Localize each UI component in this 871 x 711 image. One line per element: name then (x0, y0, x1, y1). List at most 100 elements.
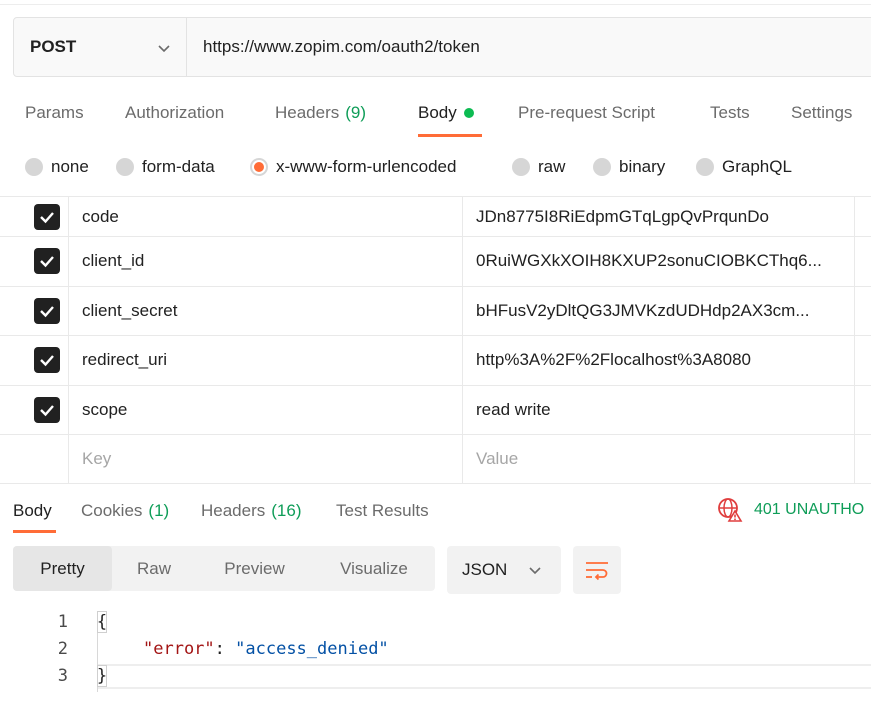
param-value[interactable]: 0RuiWGXkXOIH8KXUP2sonuCIOBKCThq6... (462, 237, 855, 286)
param-key[interactable]: redirect_uri (82, 336, 460, 385)
row-checkbox[interactable] (34, 347, 60, 374)
checkmark-icon (40, 211, 54, 223)
row-checkbox[interactable] (34, 297, 60, 324)
row-checkbox[interactable] (34, 203, 60, 230)
tab-label: Authorization (125, 103, 225, 122)
line-number: 2 (57, 639, 68, 659)
tab-body[interactable]: Body (418, 88, 474, 138)
view-pretty-button[interactable]: Pretty (13, 546, 112, 591)
tab-headers[interactable]: Headers (9) (275, 88, 366, 138)
checkbox-cell (0, 197, 69, 236)
table-row: redirect_uri http%3A%2F%2Flocalhost%3A80… (0, 335, 871, 385)
radio-label: binary (619, 157, 666, 176)
tab-label: Body (13, 501, 52, 520)
param-value[interactable]: http%3A%2F%2Flocalhost%3A8080 (462, 336, 855, 385)
tab-label: Headers (201, 501, 266, 520)
radio-label: none (51, 157, 89, 176)
param-key[interactable]: client_secret (82, 287, 460, 336)
current-line-highlight (97, 664, 871, 689)
chevron-down-icon (529, 567, 541, 575)
radio-raw[interactable]: raw (512, 150, 565, 184)
radio-label: GraphQL (722, 157, 792, 176)
format-select[interactable]: JSON (447, 546, 561, 594)
radio-form-data[interactable]: form-data (116, 150, 215, 184)
json-close-brace: } (96, 665, 108, 687)
body-type-radios: none form-data x-www-form-urlencoded raw… (0, 150, 871, 184)
tab-count: (1) (148, 501, 170, 520)
chevron-down-icon (158, 45, 170, 53)
tab-label: Pre-request Script (518, 103, 655, 122)
format-label: JSON (462, 560, 508, 579)
response-tab-body[interactable]: Body (13, 488, 52, 534)
checkbox-cell (0, 286, 69, 335)
tab-label: Tests (710, 103, 750, 122)
table-row: client_id 0RuiWGXkXOIH8KXUP2sonuCIOBKCTh… (0, 236, 871, 286)
tab-label: Body (418, 103, 457, 122)
tab-label: Settings (791, 103, 853, 122)
url-input[interactable]: https://www.zopim.com/oauth2/token (187, 18, 480, 76)
checkmark-icon (40, 305, 54, 318)
tab-label: Cookies (81, 501, 143, 520)
json-open-brace: { (96, 611, 108, 633)
tab-pre-request-script[interactable]: Pre-request Script (518, 88, 655, 138)
param-key[interactable]: code (82, 197, 460, 236)
line-number: 1 (57, 612, 68, 632)
active-tab-indicator (418, 134, 482, 137)
response-code-editor[interactable]: 1 2 3 { "error": "access_denied" } (0, 606, 871, 711)
line-number: 3 (57, 666, 68, 686)
radio-none[interactable]: none (25, 150, 89, 184)
globe-warning-icon (718, 498, 743, 522)
method-select[interactable]: POST (14, 18, 187, 76)
new-key-input[interactable]: Key (82, 435, 460, 483)
param-value[interactable]: JDn8775I8RiEdpmGTqLgpQvPrqunDo (462, 197, 855, 236)
radio-circle-icon (593, 158, 611, 176)
active-response-tab-indicator (13, 530, 56, 533)
checkbox-cell (0, 336, 69, 385)
row-checkbox[interactable] (34, 248, 60, 275)
response-tab-test-results[interactable]: Test Results (336, 488, 429, 534)
radio-label: form-data (142, 157, 215, 176)
row-checkbox[interactable] (34, 396, 60, 423)
method-label: POST (30, 37, 77, 56)
response-tab-cookies[interactable]: Cookies (1) (81, 488, 169, 534)
table-row: client_secret bHFusV2yDltQG3JMVKzdUDHdp2… (0, 285, 871, 336)
tab-count: (16) (271, 501, 302, 520)
tab-settings[interactable]: Settings (791, 88, 852, 138)
radio-circle-icon (512, 158, 530, 176)
new-value-input[interactable]: Value (462, 435, 855, 483)
tab-params[interactable]: Params (25, 88, 84, 138)
status-code: 401 UNAUTHO (754, 501, 865, 518)
params-table: code JDn8775I8RiEdpmGTqLgpQvPrqunDo clie… (0, 196, 871, 484)
view-preview-button[interactable]: Preview (196, 546, 313, 591)
json-key: "error" (143, 639, 215, 659)
wrap-lines-button[interactable] (573, 546, 621, 594)
table-row: code JDn8775I8RiEdpmGTqLgpQvPrqunDo (0, 196, 871, 236)
param-value[interactable]: read write (462, 385, 855, 434)
radio-circle-icon (116, 158, 134, 176)
radio-graphql[interactable]: GraphQL (696, 150, 792, 184)
radio-label: x-www-form-urlencoded (276, 157, 457, 176)
table-row: scope read write (0, 384, 871, 435)
param-value[interactable]: bHFusV2yDltQG3JMVKzdUDHdp2AX3cm... (462, 286, 855, 335)
tab-count: (9) (345, 103, 367, 122)
checkbox-cell (0, 237, 69, 286)
view-visualize-button[interactable]: Visualize (313, 546, 435, 591)
param-key[interactable]: scope (82, 386, 460, 435)
radio-circle-icon (25, 158, 43, 176)
response-tab-headers[interactable]: Headers (16) (201, 488, 302, 534)
tab-authorization[interactable]: Authorization (125, 88, 224, 138)
param-key[interactable]: client_id (82, 237, 460, 286)
request-url-bar: POST https://www.zopim.com/oauth2/token (13, 17, 871, 77)
response-status[interactable]: 401 UNAUTHO (716, 494, 864, 526)
view-raw-button[interactable]: Raw (112, 546, 196, 591)
radio-binary[interactable]: binary (593, 150, 665, 184)
radio-circle-icon (696, 158, 714, 176)
json-line: "error": "access_denied" (143, 639, 389, 659)
tab-tests[interactable]: Tests (710, 88, 750, 138)
table-row-new: Key Value (0, 434, 871, 484)
checkmark-icon (40, 256, 54, 268)
modified-dot-icon (463, 108, 474, 118)
json-colon: : (214, 639, 236, 659)
checkmark-icon (40, 355, 54, 367)
radio-x-www-form-urlencoded[interactable]: x-www-form-urlencoded (250, 150, 456, 184)
